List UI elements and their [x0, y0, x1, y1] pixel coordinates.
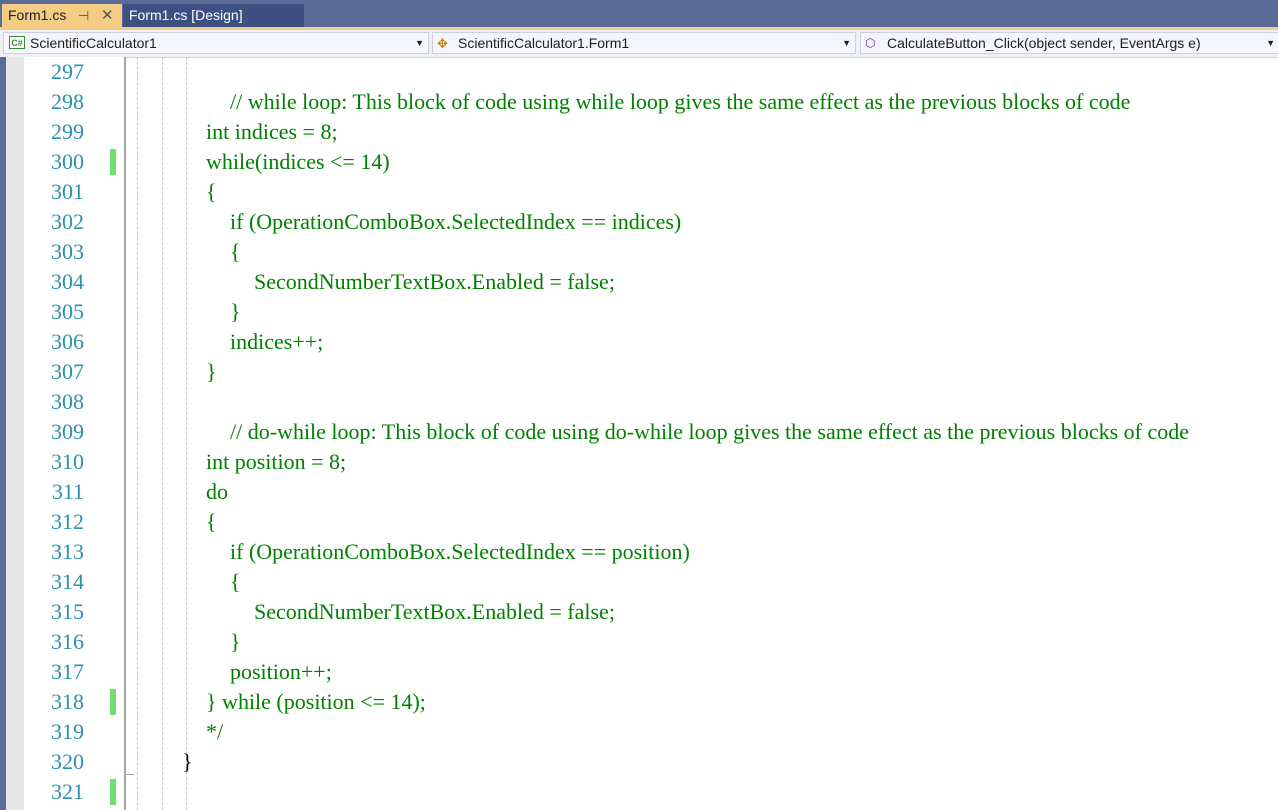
- close-icon[interactable]: ✕: [101, 4, 114, 27]
- line-number: 321: [51, 779, 84, 804]
- code-line[interactable]: {: [230, 567, 241, 597]
- code-line[interactable]: while(indices <= 14): [206, 147, 390, 177]
- line-number: 297: [51, 59, 84, 84]
- code-line[interactable]: {: [230, 237, 241, 267]
- type-label: ScientificCalculator1.Form1: [458, 35, 630, 51]
- code-line[interactable]: */: [206, 717, 223, 747]
- code-line[interactable]: int position = 8;: [206, 447, 346, 477]
- outlining-margin: [124, 57, 126, 810]
- tab-label: Form1.cs: [8, 7, 67, 23]
- line-number: 305: [51, 299, 84, 324]
- code-line[interactable]: {: [206, 177, 217, 207]
- class-icon: ✥: [437, 36, 448, 51]
- chevron-down-icon[interactable]: ▼: [1266, 33, 1275, 53]
- indent-guide: [186, 57, 187, 810]
- line-number: 314: [51, 569, 84, 594]
- line-number: 310: [51, 449, 84, 474]
- change-marker: [110, 779, 116, 805]
- code-line[interactable]: // while loop: This block of code using …: [230, 87, 1130, 117]
- code-line[interactable]: SecondNumberTextBox.Enabled = false;: [254, 267, 615, 297]
- code-line[interactable]: }: [182, 747, 193, 777]
- tab-label: Form1.cs [Design]: [129, 7, 243, 23]
- line-number: 320: [51, 749, 84, 774]
- line-number: 313: [51, 539, 84, 564]
- code-line[interactable]: if (OperationComboBox.SelectedIndex == i…: [230, 207, 681, 237]
- code-line[interactable]: position++;: [230, 657, 332, 687]
- code-line[interactable]: indices++;: [230, 327, 323, 357]
- line-number: 299: [51, 119, 84, 144]
- code-line[interactable]: }: [230, 297, 241, 327]
- glyph-margin: [6, 57, 24, 810]
- code-line[interactable]: int indices = 8;: [206, 117, 338, 147]
- line-number: 318: [51, 689, 84, 714]
- line-number: 303: [51, 239, 84, 264]
- line-number: 301: [51, 179, 84, 204]
- pin-icon[interactable]: ⊣: [78, 4, 89, 27]
- chevron-down-icon[interactable]: ▼: [415, 33, 424, 53]
- change-marker: [110, 689, 116, 715]
- line-number: 302: [51, 209, 84, 234]
- method-icon: ⬡: [865, 36, 876, 50]
- type-dropdown[interactable]: ✥ ScientificCalculator1.Form1 ▼: [432, 32, 856, 54]
- line-number: 298: [51, 89, 84, 114]
- line-number: 308: [51, 389, 84, 414]
- line-number: 315: [51, 599, 84, 624]
- line-number: 319: [51, 719, 84, 744]
- line-number: 311: [51, 479, 84, 504]
- line-number: 309: [51, 419, 84, 444]
- member-label: CalculateButton_Click(object sender, Eve…: [887, 35, 1201, 51]
- chevron-down-icon[interactable]: ▼: [842, 33, 851, 53]
- navigation-bar: C# ScientificCalculator1 ▼ ✥ ScientificC…: [0, 30, 1278, 58]
- project-label: ScientificCalculator1: [30, 35, 157, 51]
- indent-guide: [162, 57, 163, 810]
- line-number: 300: [51, 149, 84, 174]
- code-line[interactable]: do: [206, 477, 228, 507]
- project-dropdown[interactable]: C# ScientificCalculator1 ▼: [3, 32, 429, 54]
- line-number: 312: [51, 509, 84, 534]
- csharp-project-icon: C#: [9, 36, 25, 49]
- code-line[interactable]: // do-while loop: This block of code usi…: [230, 417, 1189, 447]
- member-dropdown[interactable]: ⬡ CalculateButton_Click(object sender, E…: [860, 32, 1278, 54]
- tab-form1-design[interactable]: Form1.cs [Design]: [123, 4, 304, 27]
- line-number: 306: [51, 329, 84, 354]
- line-number: 317: [51, 659, 84, 684]
- line-number: 304: [51, 269, 84, 294]
- tab-form1-cs[interactable]: Form1.cs ⊣ ✕: [2, 4, 122, 27]
- code-line[interactable]: SecondNumberTextBox.Enabled = false;: [254, 597, 615, 627]
- code-line[interactable]: } while (position <= 14);: [206, 687, 426, 717]
- code-line[interactable]: {: [206, 507, 217, 537]
- line-number: 316: [51, 629, 84, 654]
- change-marker: [110, 149, 116, 175]
- document-tab-bar: Form1.cs ⊣ ✕ Form1.cs [Design]: [0, 0, 1278, 27]
- outline-end-marker: [126, 774, 134, 775]
- code-line[interactable]: }: [206, 357, 217, 387]
- line-number: 307: [51, 359, 84, 384]
- indent-guide: [137, 57, 138, 810]
- code-line[interactable]: if (OperationComboBox.SelectedIndex == p…: [230, 537, 690, 567]
- code-line[interactable]: }: [230, 627, 241, 657]
